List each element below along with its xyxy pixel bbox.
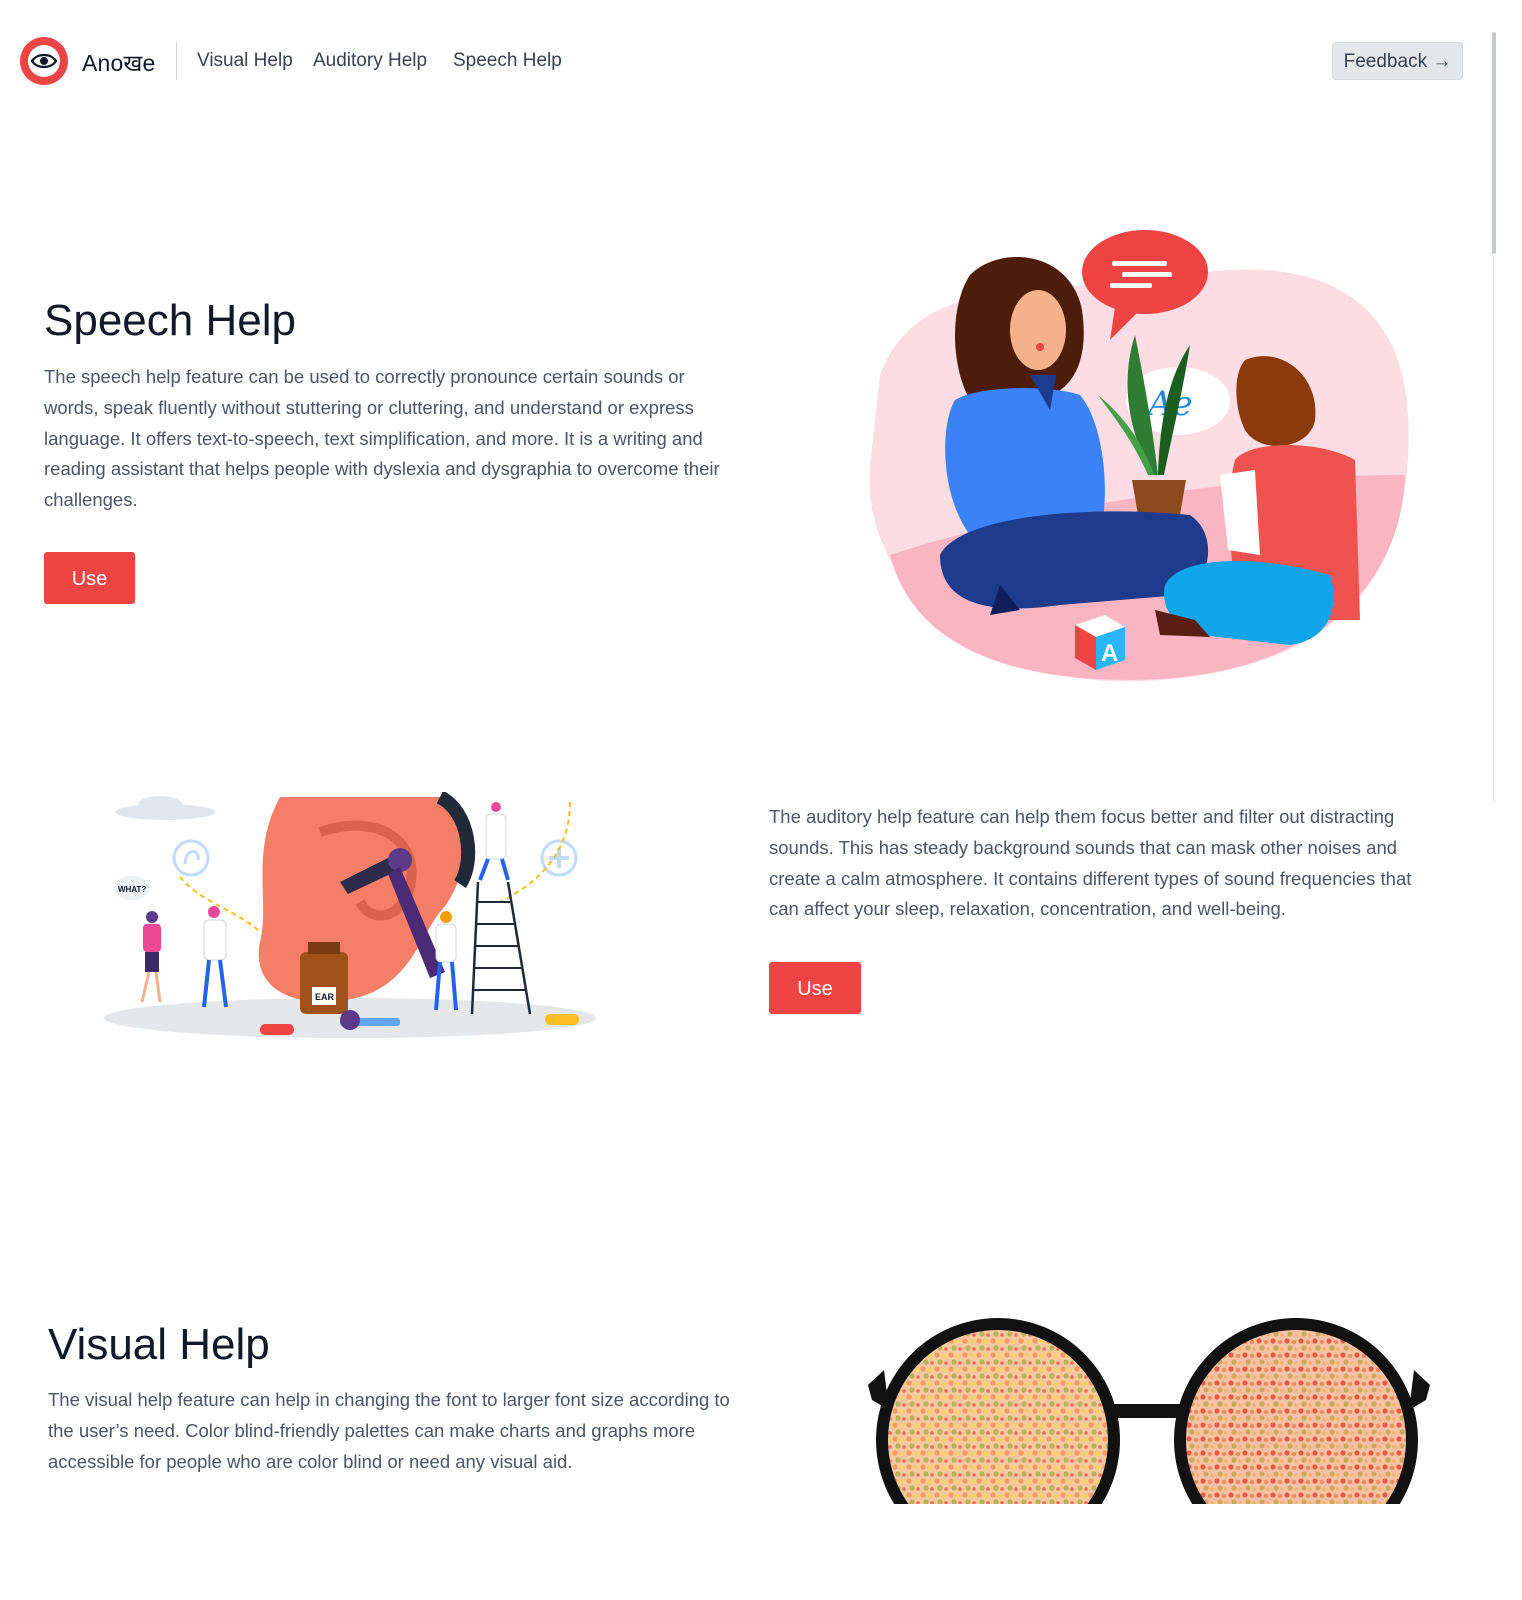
color-blind-glasses-illustration <box>868 1318 1430 1504</box>
speech-therapy-illustration: Ae A <box>869 230 1409 682</box>
arrow-right-icon: → <box>1432 51 1452 72</box>
feedback-label: Feedback <box>1343 51 1428 72</box>
speech-help-description: The speech help feature can be used to c… <box>44 366 720 511</box>
visual-help-description: The visual help feature can help in chan… <box>48 1389 730 1472</box>
ear-icon <box>172 839 210 877</box>
block-letter: A <box>1101 640 1118 667</box>
letter-block: A <box>1075 615 1125 670</box>
feedback-button[interactable]: Feedback → <box>1332 42 1463 80</box>
brand-name[interactable]: Anoखe <box>82 46 156 78</box>
eye-icon <box>30 53 58 69</box>
speech-use-button[interactable]: Use <box>44 552 135 604</box>
auditory-illustration: EAR WHAT? <box>104 792 596 1038</box>
nav-link-visual-help[interactable]: Visual Help <box>197 50 293 72</box>
nav-divider <box>176 42 177 80</box>
cloud-icon <box>115 796 215 820</box>
plus-icon <box>540 839 578 877</box>
what-bubble-text: WHAT? <box>118 885 146 894</box>
scrollbar-thumb[interactable] <box>1492 32 1496 254</box>
navbar: Anoखe Visual Help Auditory Help Speech H… <box>0 0 1522 124</box>
bottle-label: EAR <box>315 992 335 1002</box>
auditory-use-button[interactable]: Use <box>769 962 861 1014</box>
speech-help-title: Speech Help <box>44 296 296 345</box>
auditory-help-description: The auditory help feature can help them … <box>769 806 1412 920</box>
logo[interactable] <box>20 37 68 85</box>
visual-help-title: Visual Help <box>48 1320 270 1369</box>
nav-link-speech-help[interactable]: Speech Help <box>453 50 562 72</box>
nav-link-auditory-help[interactable]: Auditory Help <box>313 50 427 72</box>
